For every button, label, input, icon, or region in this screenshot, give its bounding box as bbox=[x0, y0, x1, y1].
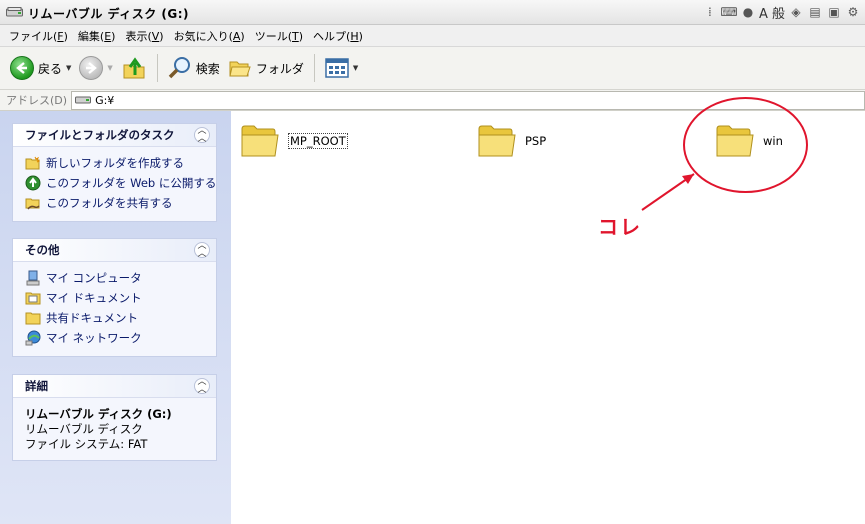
panel-header[interactable]: ファイルとフォルダのタスク ︿ ︿ bbox=[13, 124, 216, 147]
up-folder-button[interactable] bbox=[117, 52, 151, 84]
task-new-folder[interactable]: 新しいフォルダを作成する bbox=[25, 153, 216, 173]
documents-icon bbox=[25, 290, 41, 306]
forward-arrow-icon bbox=[79, 56, 104, 80]
menu-favorites[interactable]: お気に入り(A) bbox=[169, 28, 250, 44]
ime-toolbar[interactable]: ⁞ ⌨ ● A 般 ◈ ▤ ▣ ⚙ bbox=[702, 4, 861, 22]
menu-edit[interactable]: 編集(E) bbox=[73, 28, 121, 44]
panel-body: 新しいフォルダを作成する このフォルダを Web に公開する このフォルダを共有… bbox=[13, 147, 216, 221]
menu-file[interactable]: ファイル(F) bbox=[4, 28, 73, 44]
panel-body: リムーバブル ディスク (G:) リムーバブル ディスク ファイル システム: … bbox=[13, 398, 216, 460]
folder-item[interactable]: PSP bbox=[477, 123, 546, 159]
annotation-text: コレ bbox=[598, 215, 642, 239]
menu-view[interactable]: 表示(V) bbox=[120, 28, 168, 44]
back-label: 戻る bbox=[38, 61, 63, 76]
file-folder-tasks-panel: ファイルとフォルダのタスク ︿ ︿ 新しいフォルダを作成する このフォルダを We… bbox=[12, 123, 217, 222]
back-dropdown-icon[interactable]: ▼ bbox=[66, 64, 71, 72]
link-shared-documents[interactable]: 共有ドキュメント bbox=[25, 308, 216, 328]
grip-icon: ⁞ bbox=[708, 5, 712, 19]
toolbar-separator bbox=[313, 54, 315, 82]
panel-title: 詳細 bbox=[25, 379, 48, 393]
pad-icon[interactable]: ◈ bbox=[788, 4, 804, 20]
publish-web-icon bbox=[25, 175, 41, 191]
menu-help[interactable]: ヘルプ(H) bbox=[308, 28, 368, 44]
annotation-arrow-icon bbox=[641, 173, 695, 211]
collapse-chevron-icon[interactable]: ︿ ︿ bbox=[194, 378, 210, 395]
title-bar: リムーバブル ディスク (G:) ⁞ ⌨ ● A 般 ◈ ▤ ▣ ⚙ bbox=[0, 0, 865, 25]
collapse-chevron-icon[interactable]: ︿ ︿ bbox=[194, 242, 210, 259]
new-folder-icon bbox=[25, 155, 41, 171]
keyboard-icon[interactable]: ⌨ bbox=[720, 4, 737, 20]
panel-header[interactable]: その他 ︿ ︿ bbox=[13, 239, 216, 262]
panel-header[interactable]: 詳細 ︿ ︿ bbox=[13, 375, 216, 398]
folder-icon bbox=[241, 125, 279, 157]
menu-bar: ファイル(F) 編集(E) 表示(V) お気に入り(A) ツール(T) ヘルプ(… bbox=[0, 25, 865, 47]
address-label: アドレス(D) bbox=[6, 94, 68, 107]
computer-icon bbox=[25, 270, 41, 286]
panel-title: その他 bbox=[25, 243, 60, 257]
back-button[interactable]: 戻る ▼ bbox=[6, 52, 75, 84]
folder-icon bbox=[25, 310, 41, 326]
drive-icon bbox=[75, 96, 92, 104]
search-button[interactable]: 検索 bbox=[164, 52, 224, 84]
help-icon[interactable]: ⚙ bbox=[845, 4, 861, 20]
detail-drive-type: リムーバブル ディスク bbox=[25, 422, 143, 436]
folder-label: MP_ROOT bbox=[288, 133, 348, 149]
menu-tools[interactable]: ツール(T) bbox=[250, 28, 308, 44]
removable-drive-icon bbox=[6, 7, 23, 17]
views-button[interactable]: ▼ bbox=[321, 52, 362, 84]
network-icon bbox=[25, 330, 41, 346]
dictionary-icon[interactable]: ▤ bbox=[807, 4, 823, 20]
up-folder-icon bbox=[123, 57, 145, 79]
folder-icon bbox=[478, 125, 516, 157]
share-folder-icon bbox=[25, 195, 41, 211]
views-dropdown-icon[interactable]: ▼ bbox=[353, 64, 358, 72]
details-panel: 詳細 ︿ ︿ リムーバブル ディスク (G:) リムーバブル ディスク ファイル … bbox=[12, 374, 217, 461]
other-places-panel: その他 ︿ ︿ マイ コンピュータ マイ ドキュメント 共有ドキュメント マイ … bbox=[12, 238, 217, 357]
folders-label: フォルダ bbox=[255, 61, 304, 76]
search-icon bbox=[168, 57, 190, 79]
detail-drive-name: リムーバブル ディスク (G:) bbox=[25, 407, 172, 421]
window-title: リムーバブル ディスク (G:) bbox=[28, 7, 190, 21]
folder-item[interactable]: MP_ROOT bbox=[240, 123, 348, 159]
file-list[interactable]: MP_ROOT PSP win コレ bbox=[231, 97, 865, 524]
search-label: 検索 bbox=[195, 61, 220, 76]
task-publish-web[interactable]: このフォルダを Web に公開する bbox=[25, 173, 216, 193]
link-my-network[interactable]: マイ ネットワーク bbox=[25, 328, 216, 348]
views-icon bbox=[325, 58, 349, 78]
folders-icon bbox=[229, 61, 251, 77]
link-my-documents[interactable]: マイ ドキュメント bbox=[25, 288, 216, 308]
task-share-folder[interactable]: このフォルダを共有する bbox=[25, 193, 216, 213]
address-value: G:¥ bbox=[95, 93, 115, 107]
folders-button[interactable]: フォルダ bbox=[224, 52, 308, 84]
task-pane: ファイルとフォルダのタスク ︿ ︿ 新しいフォルダを作成する このフォルダを We… bbox=[0, 111, 231, 524]
panel-title: ファイルとフォルダのタスク bbox=[25, 128, 175, 142]
link-my-computer[interactable]: マイ コンピュータ bbox=[25, 268, 216, 288]
ime-mode[interactable]: A 般 bbox=[759, 4, 785, 22]
tools-icon[interactable]: ▣ bbox=[826, 4, 842, 20]
detail-file-system: ファイル システム: FAT bbox=[25, 437, 148, 451]
folder-label: PSP bbox=[525, 134, 547, 148]
toolbar: 戻る ▼ ▼ 検索 フォルダ ▼ bbox=[0, 47, 865, 90]
collapse-chevron-icon[interactable]: ︿ ︿ bbox=[194, 127, 210, 144]
back-arrow-icon bbox=[10, 56, 34, 80]
panel-body: マイ コンピュータ マイ ドキュメント 共有ドキュメント マイ ネットワーク bbox=[13, 262, 216, 356]
ime-icon[interactable]: ● bbox=[740, 4, 756, 20]
toolbar-separator bbox=[156, 54, 158, 82]
forward-button[interactable]: ▼ bbox=[75, 52, 116, 84]
forward-dropdown-icon[interactable]: ▼ bbox=[107, 64, 112, 72]
